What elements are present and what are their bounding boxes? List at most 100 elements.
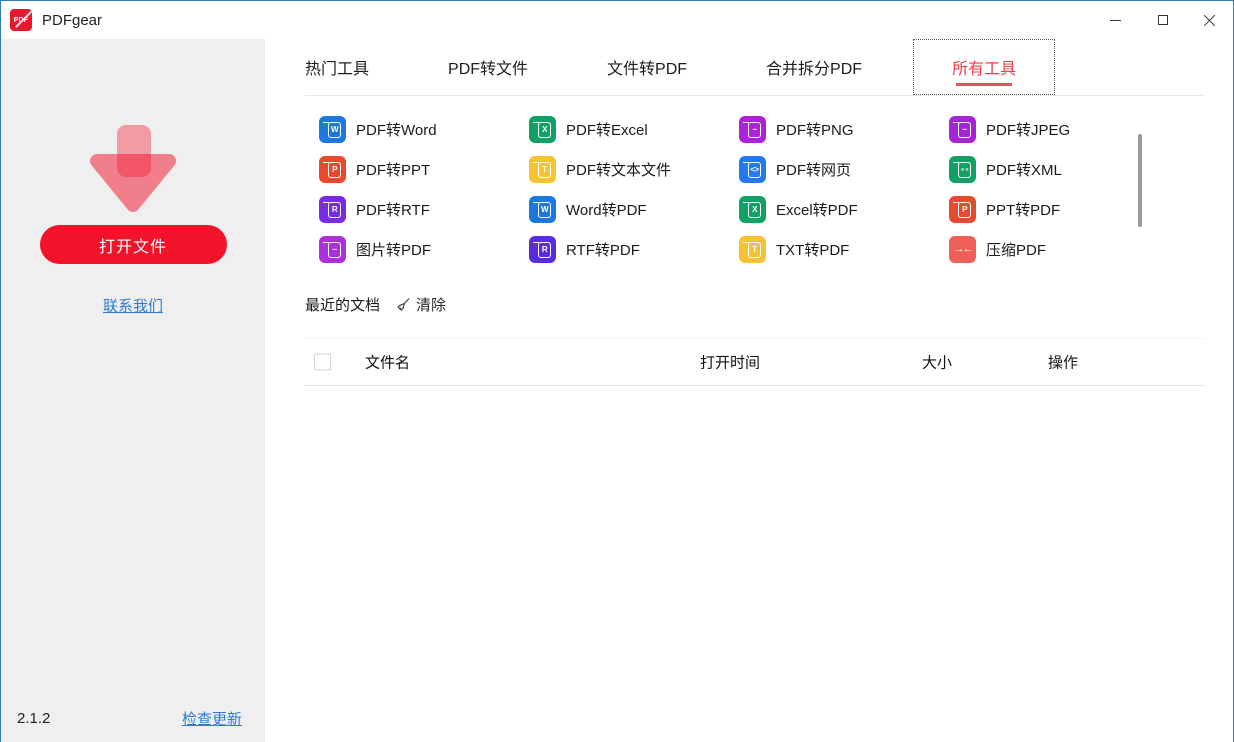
tool-item[interactable]: R PDF转RTF xyxy=(319,196,529,223)
tool-icon-glyph: W xyxy=(331,126,338,134)
tool-icon: ~ xyxy=(319,236,346,263)
tool-label: PDF转XML xyxy=(986,159,1062,180)
titlebar: PDF PDFgear xyxy=(1,1,1233,39)
tool-label: PPT转PDF xyxy=(986,199,1060,220)
tool-label: PDF转网页 xyxy=(776,159,851,180)
tab-merge-split-pdf[interactable]: 合并拆分PDF xyxy=(766,39,862,95)
tool-icon: R xyxy=(319,196,346,223)
sidebar-bottom: 2.1.2 检查更新 xyxy=(17,708,242,729)
tool-item[interactable]: X PDF转Excel xyxy=(529,116,739,143)
tool-item[interactable]: ~ PDF转PNG xyxy=(739,116,949,143)
tool-label: PDF转文本文件 xyxy=(566,159,671,180)
tool-label: TXT转PDF xyxy=(776,239,849,260)
tool-item[interactable]: R RTF转PDF xyxy=(529,236,739,263)
tool-icon: →← xyxy=(949,236,976,263)
tool-icon-glyph: T xyxy=(542,166,546,174)
tool-item[interactable]: <> PDF转网页 xyxy=(739,156,949,183)
tool-label: RTF转PDF xyxy=(566,239,640,260)
broom-icon xyxy=(395,297,411,313)
check-update-link[interactable]: 检查更新 xyxy=(182,708,242,729)
column-header-action: 操作 xyxy=(1048,352,1078,373)
tool-label: PDF转PPT xyxy=(356,159,430,180)
tool-icon-glyph: R xyxy=(332,206,337,214)
tools-grid: W PDF转Word X PDF转Excel ~ PDF转PNG ~ PDF转J… xyxy=(319,109,1205,269)
tool-icon: R xyxy=(529,236,556,263)
contact-us-link[interactable]: 联系我们 xyxy=(103,295,163,316)
tool-item[interactable]: W Word转PDF xyxy=(529,196,739,223)
tab-pdf-to-file[interactable]: PDF转文件 xyxy=(448,39,528,95)
tool-item[interactable]: ∘∘ PDF转XML xyxy=(949,156,1159,183)
tool-icon-glyph: T xyxy=(752,246,756,254)
tab-popular-tools[interactable]: 热门工具 xyxy=(305,39,369,95)
maximize-icon xyxy=(1158,15,1168,25)
sidebar: 打开文件 联系我们 2.1.2 检查更新 xyxy=(1,39,265,742)
tool-icon: ∘∘ xyxy=(949,156,976,183)
tool-icon-glyph: P xyxy=(332,166,337,174)
open-file-button[interactable]: 打开文件 xyxy=(40,225,227,264)
tool-item[interactable]: T TXT转PDF xyxy=(739,236,949,263)
tool-icon: W xyxy=(319,116,346,143)
tool-icon: ~ xyxy=(739,116,766,143)
tool-icon: ~ xyxy=(949,116,976,143)
pdfgear-logo-icon: PDF xyxy=(10,9,32,31)
tool-item[interactable]: →← 压缩PDF xyxy=(949,236,1159,263)
select-all-checkbox[interactable] xyxy=(314,354,331,371)
tool-icon: P xyxy=(319,156,346,183)
close-icon xyxy=(1203,14,1216,27)
minimize-icon xyxy=(1110,20,1121,21)
version-label: 2.1.2 xyxy=(17,710,50,727)
tool-icon: X xyxy=(739,196,766,223)
tool-icon: <> xyxy=(739,156,766,183)
column-header-open-time: 打开时间 xyxy=(700,352,760,373)
tool-icon: X xyxy=(529,116,556,143)
tab-all-tools[interactable]: 所有工具 xyxy=(913,39,1055,95)
main-panel: 热门工具 PDF转文件 文件转PDF 合并拆分PDF 所有工具 W PDF转Wo… xyxy=(265,39,1233,742)
tool-label: 压缩PDF xyxy=(986,239,1046,260)
tool-icon-glyph: →← xyxy=(954,244,972,255)
tool-item[interactable]: W PDF转Word xyxy=(319,116,529,143)
tool-label: PDF转JPEG xyxy=(986,119,1070,140)
clear-recent-button[interactable]: 清除 xyxy=(395,294,446,315)
vertical-scrollbar-thumb[interactable] xyxy=(1138,134,1142,227)
close-button[interactable] xyxy=(1186,1,1233,39)
tool-label: Excel转PDF xyxy=(776,199,858,220)
recent-documents-title: 最近的文档 xyxy=(305,294,380,315)
app-title: PDFgear xyxy=(42,12,102,29)
tool-label: PDF转Word xyxy=(356,119,437,140)
tool-item[interactable]: ~ PDF转JPEG xyxy=(949,116,1159,143)
tool-icon-glyph: R xyxy=(542,246,547,254)
tool-item[interactable]: P PDF转PPT xyxy=(319,156,529,183)
tool-icon-glyph: ~ xyxy=(332,246,336,254)
tool-item[interactable]: P PPT转PDF xyxy=(949,196,1159,223)
maximize-button[interactable] xyxy=(1139,1,1186,39)
tab-bar: 热门工具 PDF转文件 文件转PDF 合并拆分PDF 所有工具 xyxy=(305,39,1205,96)
tool-label: 图片转PDF xyxy=(356,239,431,260)
tool-icon-glyph: W xyxy=(541,206,548,214)
download-arrow-icon xyxy=(81,125,185,219)
tool-item[interactable]: T PDF转文本文件 xyxy=(529,156,739,183)
tool-icon-glyph: P xyxy=(962,206,967,214)
clear-label: 清除 xyxy=(416,294,446,315)
tool-label: PDF转Excel xyxy=(566,119,648,140)
tool-icon-glyph: ∘∘ xyxy=(960,166,969,174)
tool-icon: P xyxy=(949,196,976,223)
tool-icon: T xyxy=(529,156,556,183)
tool-label: Word转PDF xyxy=(566,199,647,220)
tool-item[interactable]: ~ 图片转PDF xyxy=(319,236,529,263)
minimize-button[interactable] xyxy=(1092,1,1139,39)
recent-documents-table-header: 文件名 打开时间 大小 操作 xyxy=(305,338,1205,386)
tool-item[interactable]: X Excel转PDF xyxy=(739,196,949,223)
recent-documents-header: 最近的文档 清除 xyxy=(305,294,1205,315)
tab-file-to-pdf[interactable]: 文件转PDF xyxy=(607,39,687,95)
tool-icon-glyph: <> xyxy=(750,166,758,174)
tool-icon-glyph: ~ xyxy=(752,126,756,134)
tool-icon-glyph: X xyxy=(752,206,757,214)
logo-text: PDF xyxy=(14,17,29,24)
column-header-size: 大小 xyxy=(922,352,952,373)
tool-label: PDF转RTF xyxy=(356,199,430,220)
tool-label: PDF转PNG xyxy=(776,119,854,140)
tool-icon: W xyxy=(529,196,556,223)
tool-icon-glyph: X xyxy=(542,126,547,134)
column-header-filename: 文件名 xyxy=(365,352,410,373)
window-controls xyxy=(1092,1,1233,39)
